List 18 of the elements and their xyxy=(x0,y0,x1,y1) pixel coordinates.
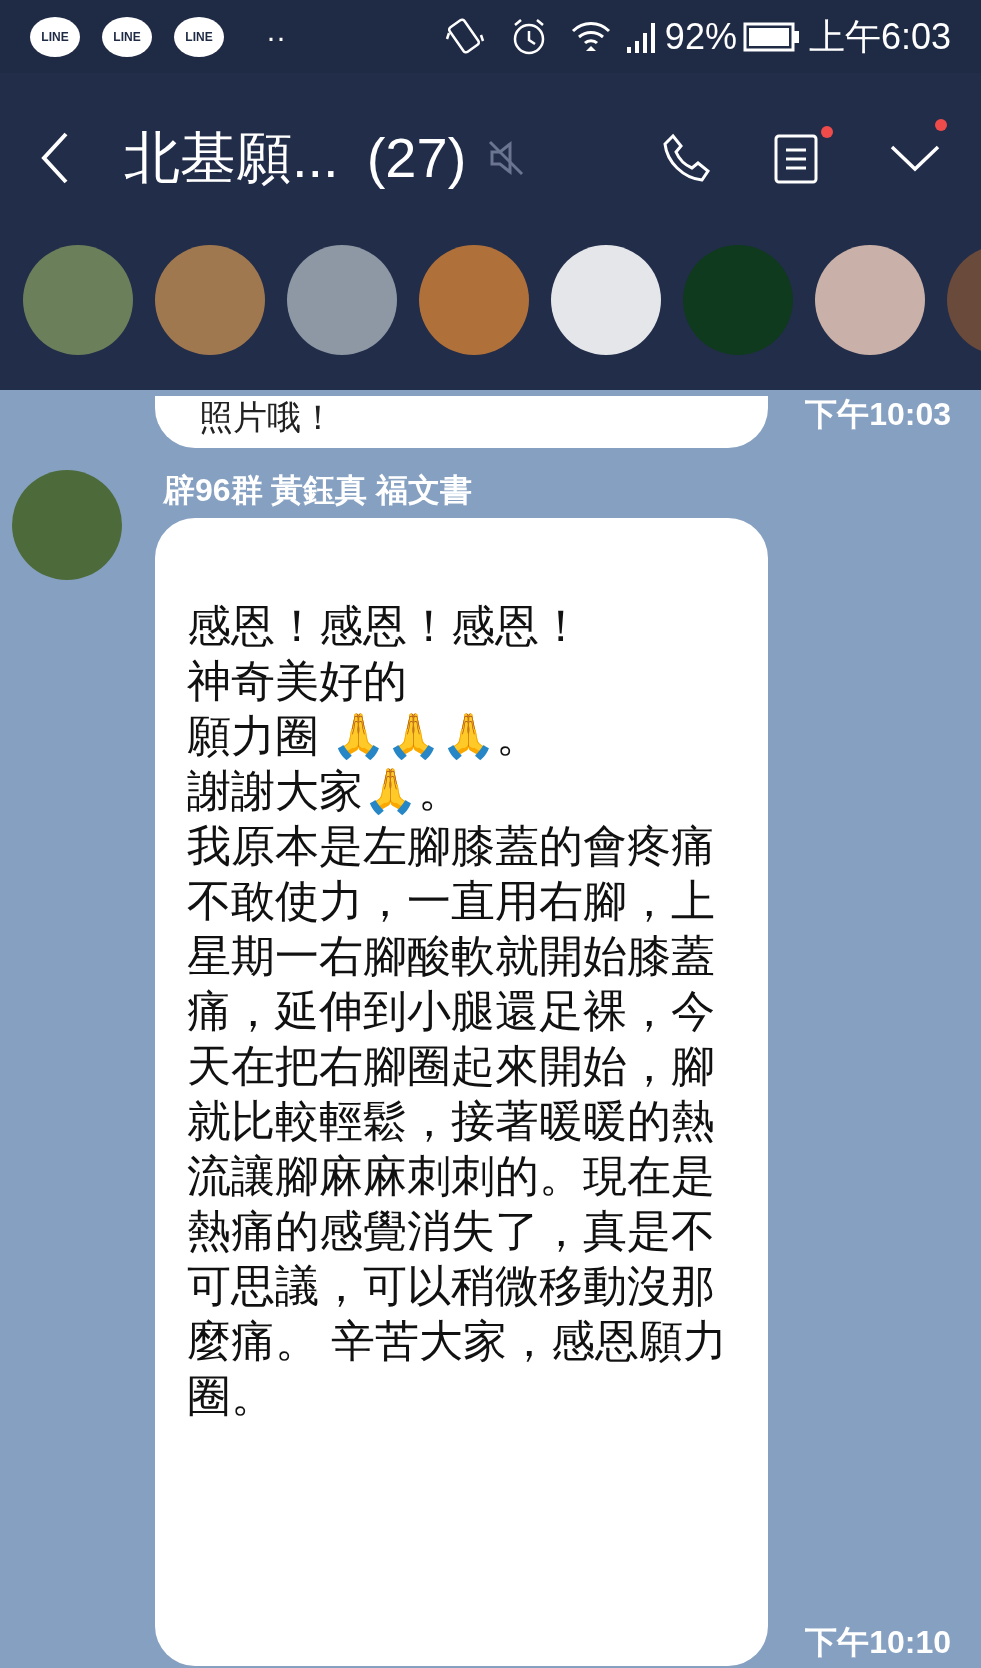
app-notification-icon: LINE xyxy=(30,16,80,57)
app-notification-icon: LINE xyxy=(102,16,152,57)
message-time: 下午10:03 xyxy=(805,395,951,434)
sender-name: 辟96群 黃鈺真 福文書 xyxy=(163,471,474,510)
phone-icon xyxy=(661,132,713,184)
message-bubble: 照片哦！ xyxy=(155,396,768,448)
chat-title: 北基願... xyxy=(124,125,339,191)
battery-icon xyxy=(742,20,801,53)
chevron-down-icon xyxy=(889,143,941,173)
battery-percentage: 92% xyxy=(664,14,737,59)
app-notification-icon: LINE xyxy=(174,16,224,57)
call-button[interactable] xyxy=(661,132,713,184)
clock-time: 上午6:03 xyxy=(808,14,951,59)
back-icon xyxy=(40,130,70,186)
member-count: (27) xyxy=(366,125,467,191)
message-time: 下午10:10 xyxy=(805,1623,951,1662)
more-notifications: ·· xyxy=(266,19,286,55)
message-bubble: 感恩！感恩！感恩！ 神奇美好的 願力圈 🙏🙏🙏。 謝謝大家🙏。 我原本是左腳膝蓋的會疼痛不敢使力，一直用右腳，上星期一右腳酸軟就開始膝蓋痛，延伸到小腿還足裸，今天在把右腳圈起來開始，腳就比較輕鬆，接著暖暖的熱流讓腳麻麻刺刺的。現在是熱痛的感覺消失了，真是不可思議，可以稍微移動沒那麼痛。 辛苦大家，感恩願力圈。 xyxy=(155,518,768,1666)
